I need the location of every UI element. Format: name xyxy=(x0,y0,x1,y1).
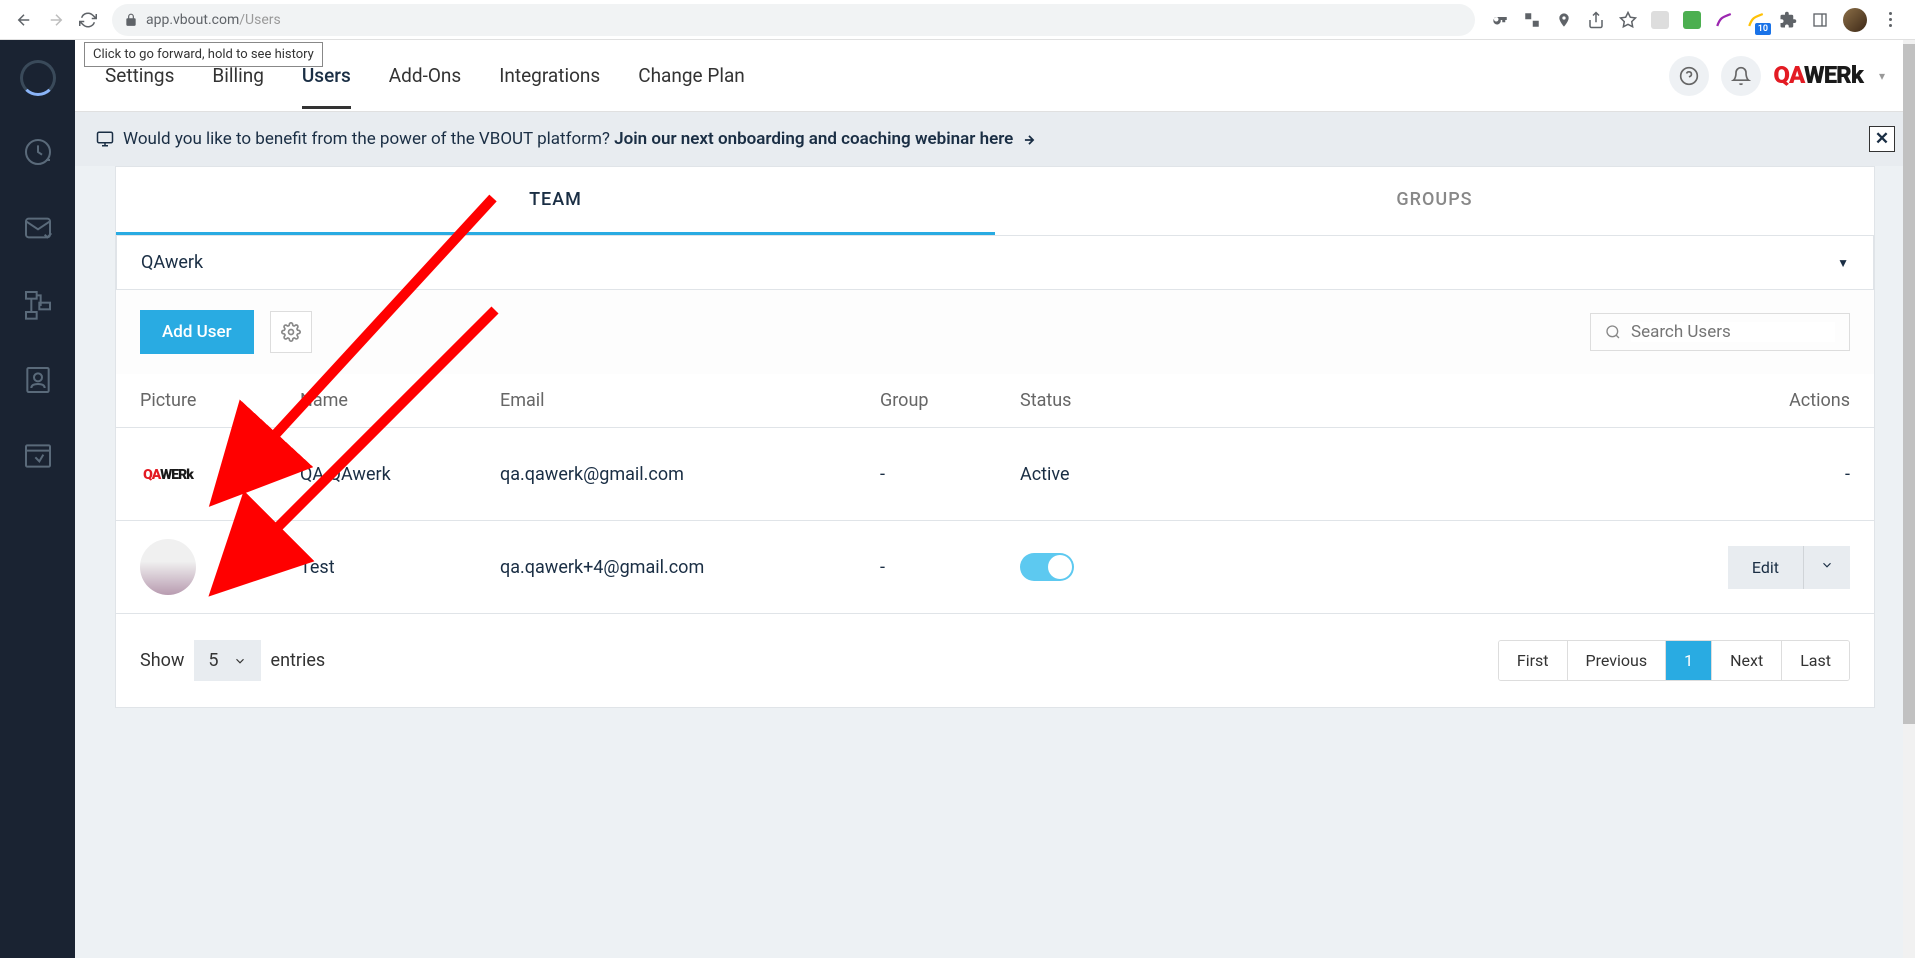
table-footer: Show 5 entries First Previous 1 Next Las… xyxy=(116,614,1874,707)
reload-button[interactable] xyxy=(72,4,104,36)
page-previous[interactable]: Previous xyxy=(1568,641,1667,680)
status-toggle[interactable] xyxy=(1020,553,1074,581)
panel-icon[interactable] xyxy=(1811,11,1829,29)
page-first[interactable]: First xyxy=(1499,641,1568,680)
account-caret-icon[interactable]: ▾ xyxy=(1879,69,1885,83)
user-avatar xyxy=(140,539,196,595)
page-1[interactable]: 1 xyxy=(1666,641,1712,680)
sidebar-mail-icon[interactable] xyxy=(22,212,54,248)
forward-tooltip: Click to go forward, hold to see history xyxy=(84,42,323,67)
sidebar-dashboard-icon[interactable] xyxy=(22,136,54,172)
th-status: Status xyxy=(1020,390,1170,411)
monitor-icon xyxy=(95,130,115,148)
td-status xyxy=(1020,553,1170,581)
td-actions: Edit xyxy=(1170,546,1850,589)
url-path: /Users xyxy=(239,12,280,28)
dropdown-caret-icon: ▼ xyxy=(1837,256,1849,270)
edit-caret-button[interactable] xyxy=(1803,546,1850,589)
org-dropdown-label: QAwerk xyxy=(141,252,203,273)
header: Settings Billing Users Add-Ons Integrati… xyxy=(75,40,1915,112)
brand-logo[interactable]: QAWERk xyxy=(1773,61,1863,90)
add-user-button[interactable]: Add User xyxy=(140,310,254,354)
show-entries: Show 5 entries xyxy=(140,640,325,681)
nav-change-plan[interactable]: Change Plan xyxy=(638,42,745,109)
edit-button[interactable]: Edit xyxy=(1728,546,1803,589)
banner-link[interactable]: Join our next onboarding and coaching we… xyxy=(614,129,1013,149)
star-icon[interactable] xyxy=(1619,11,1637,29)
chrome-extension-icons: 10 xyxy=(1483,8,1907,32)
back-button[interactable] xyxy=(8,4,40,36)
th-group: Group xyxy=(880,390,1020,411)
banner-prefix: Would you like to benefit from the power… xyxy=(123,129,614,149)
td-group: - xyxy=(880,557,1020,578)
notifications-button[interactable] xyxy=(1721,56,1761,96)
translate-icon[interactable] xyxy=(1523,11,1541,29)
extension-icon-3[interactable] xyxy=(1715,11,1733,29)
row-action-buttons: Edit xyxy=(1728,546,1850,589)
chevron-down-icon xyxy=(1820,558,1834,572)
td-email: qa.qawerk+4@gmail.com xyxy=(500,557,880,578)
search-input[interactable] xyxy=(1631,322,1835,342)
banner-text: Would you like to benefit from the power… xyxy=(123,129,1036,149)
annotation-arrow-2 xyxy=(245,300,505,564)
extension-icon-4[interactable]: 10 xyxy=(1747,11,1765,29)
page-last[interactable]: Last xyxy=(1782,641,1849,680)
search-box xyxy=(1590,313,1850,351)
extension-icon-2[interactable] xyxy=(1683,11,1701,29)
profile-avatar[interactable] xyxy=(1843,8,1867,32)
url-bar[interactable]: app.vbout.com/Users xyxy=(112,4,1475,36)
badge: 10 xyxy=(1755,23,1771,35)
nav-addons[interactable]: Add-Ons xyxy=(389,42,461,109)
sidebar-diagram-icon[interactable] xyxy=(22,288,54,324)
extensions-puzzle-icon[interactable] xyxy=(1779,11,1797,29)
chrome-menu[interactable] xyxy=(1881,11,1899,29)
td-email: qa.qawerk@gmail.com xyxy=(500,464,880,485)
header-right: QAWERk ▾ xyxy=(1669,56,1885,96)
entries-select[interactable]: 5 xyxy=(194,640,260,681)
entries-count: 5 xyxy=(208,650,218,671)
sidebar-browser-icon[interactable] xyxy=(22,440,54,476)
forward-button[interactable] xyxy=(40,4,72,36)
app-container: Click to go forward, hold to see history… xyxy=(0,40,1915,958)
chevron-down-icon xyxy=(233,654,247,668)
td-actions: - xyxy=(1170,464,1850,485)
search-icon xyxy=(1605,323,1621,341)
td-group: - xyxy=(880,464,1020,485)
td-status: Active xyxy=(1020,464,1170,485)
share-icon[interactable] xyxy=(1587,11,1605,29)
key-icon[interactable] xyxy=(1491,11,1509,29)
scrollbar[interactable] xyxy=(1903,40,1915,958)
extension-icon-1[interactable] xyxy=(1651,11,1669,29)
location-icon[interactable] xyxy=(1555,11,1573,29)
help-button[interactable] xyxy=(1669,56,1709,96)
scroll-thumb[interactable] xyxy=(1903,44,1915,724)
show-label: Show xyxy=(140,650,184,671)
user-avatar: QAWERk xyxy=(140,446,196,502)
sidebar-logo[interactable] xyxy=(20,60,56,96)
page-next[interactable]: Next xyxy=(1712,641,1782,680)
pagination: First Previous 1 Next Last xyxy=(1498,640,1850,681)
th-actions: Actions xyxy=(1170,390,1850,411)
sidebar xyxy=(0,40,75,958)
entries-label: entries xyxy=(271,650,326,671)
url-host: app.vbout.com xyxy=(146,12,239,28)
arrow-right-icon xyxy=(1022,133,1036,147)
lock-icon xyxy=(124,13,138,27)
main-content: Click to go forward, hold to see history… xyxy=(75,40,1915,958)
onboarding-banner: Would you like to benefit from the power… xyxy=(75,112,1915,166)
th-email: Email xyxy=(500,390,880,411)
browser-chrome: app.vbout.com/Users 10 xyxy=(0,0,1915,40)
nav-integrations[interactable]: Integrations xyxy=(499,42,600,109)
sidebar-contacts-icon[interactable] xyxy=(22,364,54,400)
tab-groups[interactable]: GROUPS xyxy=(995,167,1874,235)
banner-close-button[interactable]: ✕ xyxy=(1869,126,1895,152)
